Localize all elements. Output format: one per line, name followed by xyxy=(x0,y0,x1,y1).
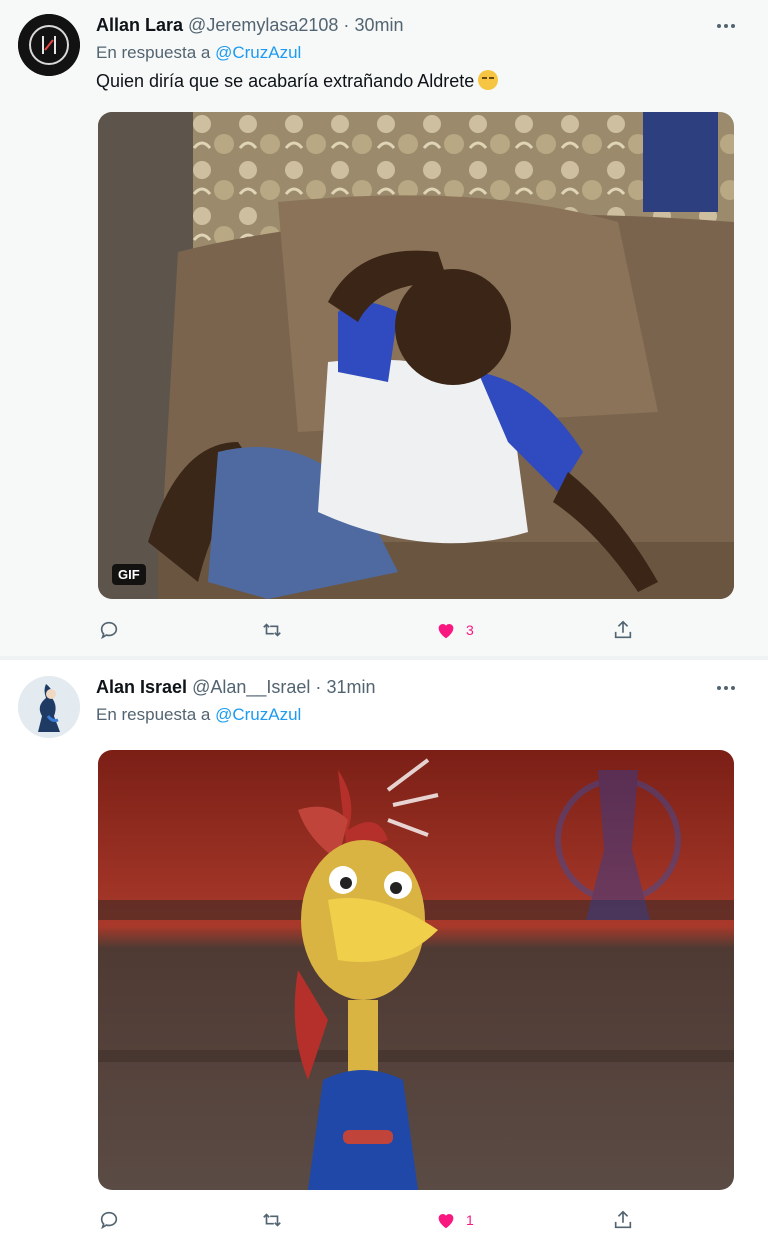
separator: · xyxy=(343,15,350,35)
author-name[interactable]: Allan Lara xyxy=(96,15,183,35)
more-icon[interactable] xyxy=(714,16,738,36)
gif-image-rooster-cartoon xyxy=(98,750,734,1190)
avatar-logo xyxy=(18,14,80,76)
timestamp[interactable]: 31min xyxy=(326,677,375,697)
retweet-button[interactable] xyxy=(260,618,284,642)
author-name[interactable]: Alan Israel xyxy=(96,677,187,697)
retweet-button[interactable] xyxy=(260,1208,284,1232)
reply-mention[interactable]: @CruzAzul xyxy=(215,705,301,724)
heart-icon xyxy=(438,1214,454,1229)
reply-button[interactable] xyxy=(98,1208,120,1232)
laughing-crying-emoji-icon xyxy=(478,70,499,90)
tweet-header: Alan Israel @Alan__Israel · 31min xyxy=(96,676,375,698)
reply-icon xyxy=(100,621,118,640)
tweet-text: Quien diría que se acabaría extrañando A… xyxy=(96,69,499,93)
tweet[interactable]: Allan Lara @Jeremylasa2108 · 30min En re… xyxy=(0,0,768,656)
author-handle[interactable]: @Alan__Israel xyxy=(192,677,310,697)
reply-mention[interactable]: @CruzAzul xyxy=(215,43,301,62)
reply-button[interactable] xyxy=(98,618,120,642)
gif-badge: GIF xyxy=(112,564,146,585)
tweet-header: Allan Lara @Jeremylasa2108 · 30min xyxy=(96,14,403,36)
more-icon[interactable] xyxy=(714,678,738,698)
share-button[interactable] xyxy=(612,1208,634,1232)
separator: · xyxy=(315,677,322,697)
avatar-image xyxy=(18,676,80,738)
like-button[interactable]: 1 xyxy=(434,1208,474,1232)
like-button[interactable]: 3 xyxy=(434,618,474,642)
share-icon xyxy=(614,620,632,639)
timestamp[interactable]: 30min xyxy=(354,15,403,35)
share-button[interactable] xyxy=(612,618,634,642)
retweet-icon xyxy=(263,623,281,637)
tweet-actions: 3 xyxy=(96,618,656,642)
tweet-actions: 1 xyxy=(96,1208,656,1232)
tweet[interactable]: Alan Israel @Alan__Israel · 31min En res… xyxy=(0,660,768,1251)
tweet-text-content: Quien diría que se acabaría extrañando A… xyxy=(96,71,475,91)
avatar[interactable] xyxy=(18,14,80,76)
reply-context: En respuesta a @CruzAzul xyxy=(96,42,301,64)
reply-prefix: En respuesta a xyxy=(96,43,211,62)
reply-prefix: En respuesta a xyxy=(96,705,211,724)
like-count: 3 xyxy=(466,622,474,638)
heart-icon xyxy=(438,624,454,639)
retweet-icon xyxy=(263,1213,281,1227)
share-icon xyxy=(614,1210,632,1229)
gif-media[interactable] xyxy=(98,750,734,1190)
reply-context: En respuesta a @CruzAzul xyxy=(96,704,301,726)
author-handle[interactable]: @Jeremylasa2108 xyxy=(188,15,338,35)
gif-image-boy-on-couch xyxy=(98,112,734,599)
gif-media[interactable]: GIF xyxy=(98,112,734,599)
reply-icon xyxy=(100,1211,118,1230)
like-count: 1 xyxy=(466,1212,474,1228)
avatar[interactable] xyxy=(18,676,80,738)
